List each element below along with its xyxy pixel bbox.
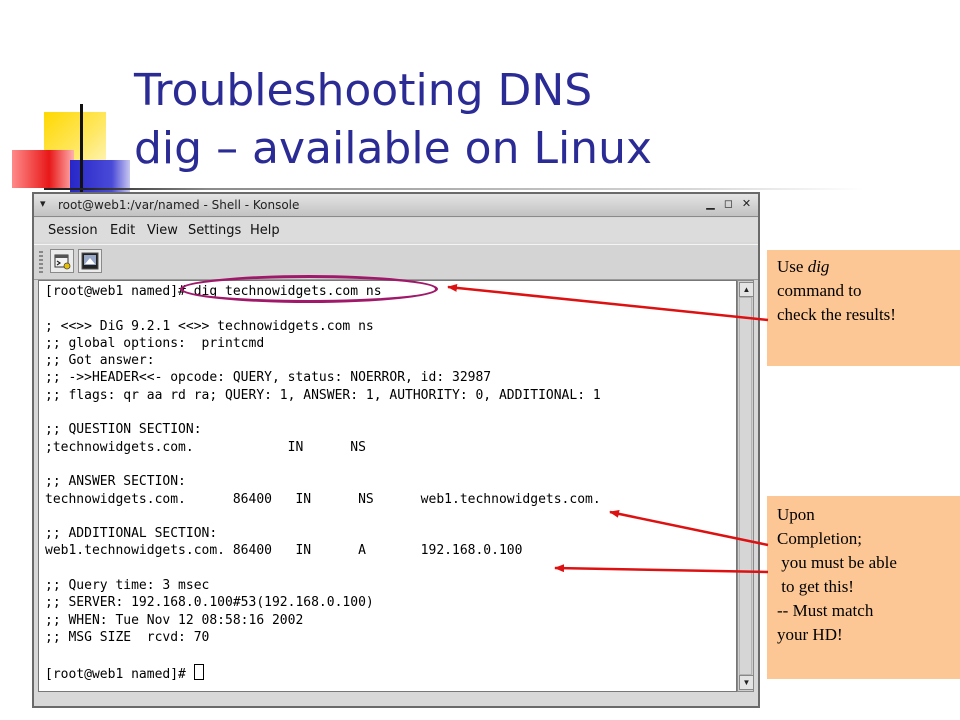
toolbar-grip-handle[interactable] — [39, 251, 43, 273]
terminal-line: ;; Query time: 3 msec — [45, 578, 210, 594]
terminal-text: [root@web1 named]# dig technowidgets.com… — [45, 283, 601, 682]
scrollbar-thumb[interactable] — [739, 297, 752, 675]
terminal-line: ; <<>> DiG 9.2.1 <<>> technowidgets.com … — [45, 318, 374, 334]
slide-title-line-1: Troubleshooting DNS — [134, 65, 593, 116]
scroll-down-icon[interactable]: ▼ — [739, 675, 754, 690]
window-menu-icon[interactable]: ▾ — [40, 197, 46, 210]
minimize-icon[interactable]: ▁ — [703, 196, 718, 211]
konsole-button[interactable] — [78, 249, 102, 273]
new-session-button[interactable] — [50, 249, 74, 273]
terminal-line: ;; WHEN: Tue Nov 12 08:58:16 2002 — [45, 612, 304, 628]
decoration-vertical-line — [80, 104, 83, 196]
terminal-line: technowidgets.com. 86400 IN NS web1.tech… — [45, 491, 601, 507]
menu-help[interactable]: Help — [250, 223, 280, 238]
terminal-scrollbar[interactable]: ▲ ▼ — [737, 280, 754, 692]
menu-edit[interactable]: Edit — [110, 223, 135, 238]
menu-session[interactable]: Session — [48, 223, 98, 238]
konsole-icon — [81, 252, 99, 270]
terminal-line: ;technowidgets.com. IN NS — [45, 439, 366, 455]
callout-use-dig: Use dig command to check the results! — [767, 250, 960, 366]
terminal-line: ;; flags: qr aa rd ra; QUERY: 1, ANSWER:… — [45, 387, 601, 403]
menu-view[interactable]: View — [147, 223, 178, 238]
menu-settings[interactable]: Settings — [188, 223, 241, 238]
terminal-cursor — [193, 663, 204, 680]
scroll-up-icon[interactable]: ▲ — [739, 282, 754, 297]
callout-upon-completion: Upon Completion; you must be able to get… — [767, 496, 960, 679]
terminal-line: web1.technowidgets.com. 86400 IN A 192.1… — [45, 543, 523, 559]
slide-title: Troubleshooting DNS dig – available on L… — [134, 62, 652, 178]
terminal-line: ;; Got answer: — [45, 353, 155, 369]
menubar: Session Edit View Settings Help — [34, 218, 758, 242]
terminal-line: ;; global options: printcmd — [45, 335, 265, 351]
slide-title-line-2: dig – available on Linux — [134, 123, 652, 174]
callout-use-dig-prefix: Use — [777, 257, 808, 276]
terminal-prompt: [root@web1 named]# — [45, 666, 194, 682]
terminal-prompt-line: [root@web1 named]# — [45, 663, 601, 682]
callout-use-dig-italic: dig — [807, 257, 830, 276]
window-controls: ▁ ◻ ✕ — [703, 196, 754, 211]
callout-use-dig-rest: command to check the results! — [777, 281, 896, 324]
terminal-line: ;; ->>HEADER<<- opcode: QUERY, status: N… — [45, 370, 492, 386]
decoration-horizontal-line — [44, 188, 864, 190]
terminal-line: ;; ADDITIONAL SECTION: — [45, 526, 218, 542]
terminal-line: ;; SERVER: 192.168.0.100#53(192.168.0.10… — [45, 595, 374, 611]
new-session-icon — [54, 254, 71, 270]
decoration-red-bar — [12, 150, 74, 188]
window-title: root@web1:/var/named - Shell - Konsole — [58, 198, 300, 212]
terminal-line: ;; ANSWER SECTION: — [45, 474, 186, 490]
window-titlebar[interactable]: ▾ root@web1:/var/named - Shell - Konsole… — [34, 194, 758, 217]
terminal-line: ;; QUESTION SECTION: — [45, 422, 202, 438]
toolbar — [34, 244, 758, 280]
terminal-line: ;; MSG SIZE rcvd: 70 — [45, 629, 210, 645]
close-icon[interactable]: ✕ — [739, 196, 754, 211]
konsole-window: ▾ root@web1:/var/named - Shell - Konsole… — [32, 192, 760, 708]
maximize-icon[interactable]: ◻ — [721, 196, 736, 211]
command-highlight-ellipse — [180, 275, 438, 303]
terminal-output[interactable]: [root@web1 named]# dig technowidgets.com… — [38, 280, 737, 692]
